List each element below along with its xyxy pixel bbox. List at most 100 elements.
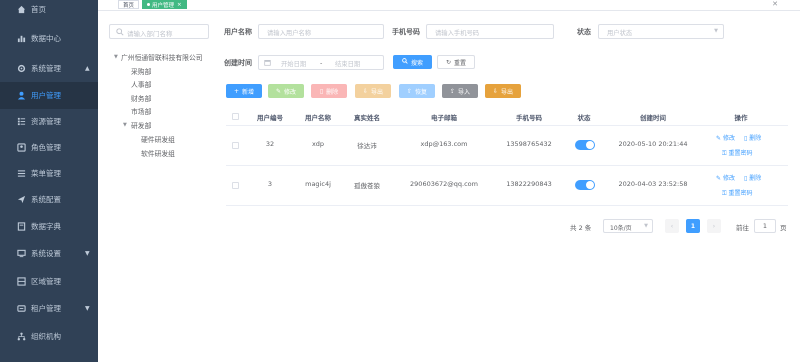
phone-input[interactable]: 请输入手机号码: [426, 24, 554, 39]
sidebar-item-system-settings[interactable]: 系统设置 ▼: [0, 240, 98, 267]
caret-down-icon[interactable]: ▼: [123, 122, 127, 128]
sidebar-item-resource-admin[interactable]: 资源管理: [0, 108, 98, 135]
export2-button[interactable]: ⇩ 导出: [485, 84, 521, 98]
tree-node[interactable]: 市场部: [131, 106, 151, 116]
th-email: 电子邮箱: [431, 114, 457, 122]
status-switch[interactable]: [575, 140, 595, 150]
th-realname: 真实姓名: [354, 114, 380, 122]
row-reset-password-link[interactable]: ⚿ 重置密码: [722, 188, 753, 198]
select-all-checkbox[interactable]: [232, 113, 239, 120]
edit-button[interactable]: ✎ 修改: [268, 84, 304, 98]
edit-button-label: 修改: [284, 88, 297, 96]
page-jump-input[interactable]: 1: [754, 219, 776, 233]
role-icon: [17, 143, 26, 152]
chevron-left-icon: ‹: [670, 222, 674, 230]
edit-icon: ✎: [275, 87, 281, 95]
next-page-button[interactable]: ›: [707, 219, 721, 233]
tree-node[interactable]: 硬件研发组: [141, 134, 175, 144]
username-input[interactable]: 请输入用户名称: [258, 24, 384, 39]
sidebar-item-label: 数据字典: [31, 222, 61, 231]
tag-label: 用户管理: [152, 2, 175, 9]
close-icon[interactable]: ✕: [772, 0, 778, 8]
add-button-label: 新增: [242, 88, 255, 96]
tree-node-root[interactable]: 广州恒通智联科技有限公司: [121, 52, 203, 62]
chevron-down-icon: ▼: [85, 250, 90, 257]
table-header: 用户编号 用户名称 真实姓名 电子邮箱 手机号码 状态 创建时间 操作: [226, 107, 788, 126]
edit-icon: ✎: [716, 135, 723, 142]
th-username: 用户名称: [305, 114, 331, 122]
calendar-icon: [264, 59, 271, 68]
sidebar-item-label: 租户管理: [31, 304, 61, 313]
close-icon[interactable]: ×: [177, 2, 182, 8]
search-icon: [402, 58, 408, 66]
row-checkbox[interactable]: [232, 142, 239, 149]
tree-node[interactable]: 研发部: [131, 120, 151, 130]
sidebar-item-region-admin[interactable]: 区域管理: [0, 268, 98, 295]
sidebar-item-label: 数据中心: [31, 34, 61, 43]
search-button[interactable]: 搜索: [393, 55, 432, 69]
row-edit-link[interactable]: ✎ 修改: [716, 173, 735, 182]
sidebar-item-system-admin[interactable]: 系统管理 ▲: [0, 55, 98, 82]
status-switch[interactable]: [575, 180, 595, 190]
status-placeholder: 用户状态: [607, 30, 633, 37]
row-delete-link[interactable]: ▯ 删除: [744, 173, 761, 182]
cell-email: xdp@163.com: [420, 140, 468, 148]
sidebar-item-home[interactable]: 首页: [0, 0, 98, 23]
row-delete-link[interactable]: ▯ 删除: [744, 133, 761, 142]
sidebar-item-role-admin[interactable]: 角色管理: [0, 134, 98, 161]
sidebar-item-label: 资源管理: [31, 117, 61, 126]
dept-search-placeholder: 请输入部门名称: [127, 30, 173, 38]
date-separator: -: [320, 59, 323, 67]
page-size-select[interactable]: 10条/页 ▼: [603, 219, 653, 233]
tag-home[interactable]: 首页: [118, 0, 140, 9]
sidebar: 首页 数据中心 系统管理 ▲ 用户管理 资源管理 角色管理 菜单管理 系统配置 …: [0, 0, 98, 362]
user-icon: [17, 91, 26, 100]
page-number[interactable]: 1: [686, 219, 700, 233]
th-created: 创建时间: [640, 114, 666, 122]
date-range-input[interactable]: 开始日期 - 结束日期: [258, 55, 384, 70]
start-date-placeholder: 开始日期: [281, 61, 307, 68]
monitor-icon: [17, 249, 26, 258]
status-select[interactable]: 用户状态 ▼: [598, 24, 724, 39]
row-checkbox[interactable]: [232, 182, 239, 189]
reset-button-label: 重置: [454, 59, 467, 67]
sidebar-item-label: 组织机构: [31, 332, 61, 341]
dept-search-input[interactable]: 请输入部门名称: [109, 24, 209, 39]
th-status: 状态: [577, 114, 591, 122]
delete-button-label: 删除: [326, 88, 339, 96]
restore-button[interactable]: ⇧ 恢复: [399, 84, 435, 98]
sidebar-item-dictionary[interactable]: 数据字典: [0, 213, 98, 240]
row-edit-link[interactable]: ✎ 修改: [716, 133, 735, 142]
created-label: 创建时间: [224, 59, 252, 67]
list-icon: [17, 117, 26, 126]
username-placeholder: 请输入用户名称: [267, 30, 312, 37]
row-reset-password-link[interactable]: ⚿ 重置密码: [722, 148, 753, 158]
caret-down-icon[interactable]: ▼: [114, 54, 118, 60]
tree-node[interactable]: 财务部: [131, 93, 151, 103]
chevron-up-icon: ▲: [85, 65, 90, 72]
status-label: 状态: [577, 28, 591, 36]
sidebar-item-organization[interactable]: 组织机构: [0, 323, 98, 350]
add-button[interactable]: + 新增: [226, 84, 262, 98]
cell-user-id: 3: [267, 180, 273, 188]
sidebar-item-menu-admin[interactable]: 菜单管理: [0, 160, 98, 187]
active-dot-icon: [147, 3, 150, 6]
th-phone: 手机号码: [516, 114, 542, 122]
export-button[interactable]: ⇩ 导出: [355, 84, 391, 98]
sidebar-item-label: 系统设置: [31, 249, 61, 258]
tree-node[interactable]: 人事部: [131, 79, 151, 89]
sidebar-item-tenant-admin[interactable]: 租户管理 ▼: [0, 295, 98, 322]
reset-button[interactable]: ↻ 重置: [437, 55, 475, 69]
sidebar-item-system-config[interactable]: 系统配置: [0, 186, 98, 213]
cell-username: magic4j: [305, 180, 331, 188]
tag-user-admin[interactable]: 用户管理 ×: [142, 0, 187, 9]
tree-node[interactable]: 采购部: [131, 66, 151, 76]
download-icon: ⇩: [362, 87, 368, 95]
sidebar-item-user-admin[interactable]: 用户管理: [0, 82, 98, 109]
sidebar-item-data-center[interactable]: 数据中心: [0, 25, 98, 52]
tree-node[interactable]: 软件研发组: [141, 148, 175, 158]
gear-icon: [17, 64, 26, 73]
prev-page-button[interactable]: ‹: [665, 219, 679, 233]
delete-button[interactable]: ▯ 删除: [311, 84, 347, 98]
import-button[interactable]: ⇪ 导入: [442, 84, 478, 98]
